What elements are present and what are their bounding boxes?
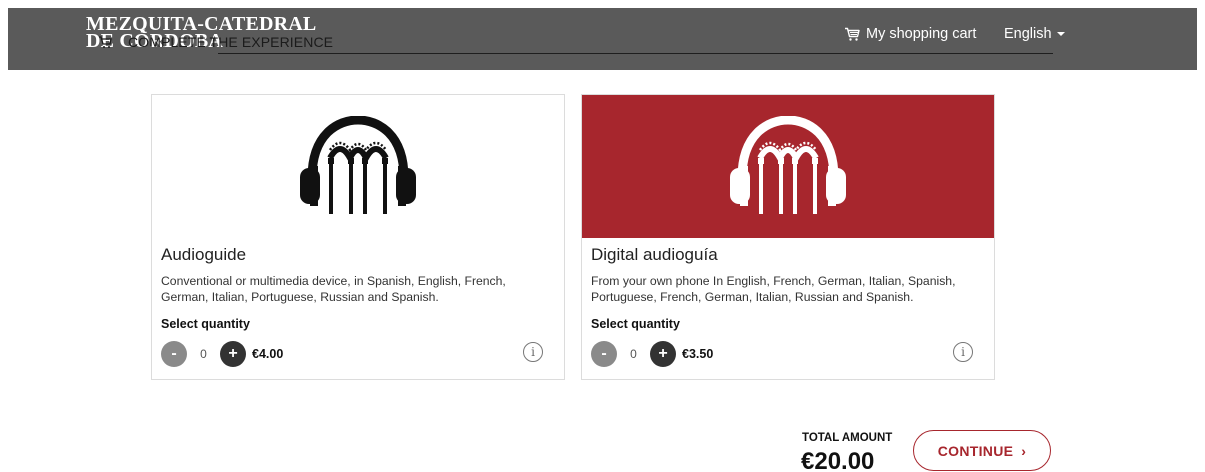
- header-divider: [218, 53, 1053, 54]
- product-description: From your own phone In English, French, …: [591, 274, 956, 304]
- increase-quantity-button[interactable]: +: [650, 341, 676, 367]
- product-image: [582, 95, 994, 238]
- chevron-down-icon: [1056, 32, 1065, 36]
- language-label: English: [1004, 26, 1052, 42]
- ghost-tagline: COMPLETE THE EXPERIENCE: [98, 34, 333, 50]
- product-card-audioguide: Audioguide Conventional or multimedia de…: [151, 94, 565, 380]
- quantity-value: 0: [630, 347, 637, 361]
- total-amount-value: €20.00: [801, 448, 875, 472]
- cart-ghost-icon: [99, 36, 112, 48]
- increase-quantity-button[interactable]: +: [220, 341, 246, 367]
- continue-label: CONTINUE: [937, 442, 1014, 459]
- quantity-stepper: - 0 + €3.50: [591, 341, 713, 367]
- language-selector[interactable]: English: [1004, 26, 1065, 42]
- select-quantity-label: Select quantity: [591, 317, 680, 331]
- product-price: €3.50: [682, 347, 714, 361]
- ghost-tagline-text: COMPLETE THE EXPERIENCE: [128, 34, 334, 50]
- product-title: Digital audioguía: [591, 245, 718, 264]
- quantity-value: 0: [200, 347, 207, 361]
- shopping-cart-link[interactable]: My shopping cart: [844, 26, 976, 42]
- quantity-stepper: - 0 + €4.00: [161, 341, 283, 367]
- product-title: Audioguide: [161, 245, 247, 264]
- info-icon[interactable]: i: [523, 342, 543, 362]
- headphones-arches-icon: [730, 115, 846, 214]
- decrease-quantity-button[interactable]: -: [591, 341, 617, 367]
- info-icon[interactable]: i: [953, 342, 973, 362]
- decrease-quantity-button[interactable]: -: [161, 341, 187, 367]
- product-image: [152, 95, 564, 238]
- product-card-digital-audioguia: Digital audioguía From your own phone In…: [581, 94, 995, 380]
- select-quantity-label: Select quantity: [161, 317, 250, 331]
- shopping-cart-icon: [845, 27, 860, 41]
- headphones-arches-icon: [300, 115, 416, 214]
- total-amount-label: TOTAL AMOUNT: [802, 432, 893, 444]
- product-price: €4.00: [252, 347, 284, 361]
- continue-button[interactable]: CONTINUE ›: [913, 430, 1051, 471]
- shopping-cart-label: My shopping cart: [866, 26, 977, 42]
- product-description: Conventional or multimedia device, in Sp…: [161, 274, 506, 304]
- top-header: MEZQUITA-CATEDRAL DE CÓRDOBA COMPLETE TH…: [8, 8, 1197, 70]
- chevron-right-icon: ›: [1021, 442, 1027, 459]
